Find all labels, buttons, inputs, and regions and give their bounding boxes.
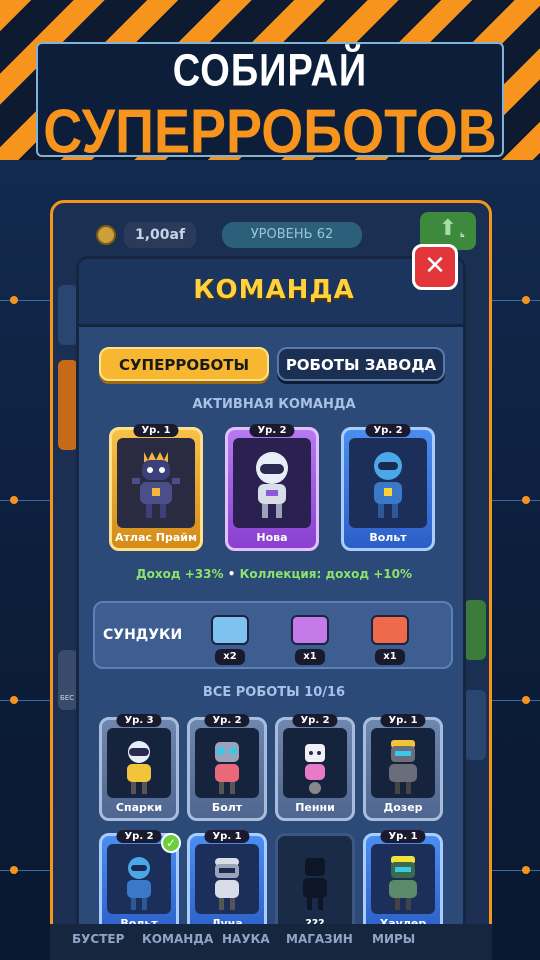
level-badge: Ур. 2 bbox=[365, 424, 411, 437]
robot-icon bbox=[207, 854, 247, 916]
robot-icon bbox=[207, 738, 247, 800]
active-team-label: АКТИВНАЯ КОМАНДА bbox=[192, 397, 356, 412]
level-badge: Ур. 2 bbox=[292, 714, 338, 727]
robot-name: Пенни bbox=[295, 801, 335, 814]
all-robots-label: ВСЕ РОБОТЫ 10/16 bbox=[202, 685, 346, 700]
check-icon: ✓ bbox=[161, 833, 181, 853]
bonus-line: Доход +33% • Коллекция: доход +10% bbox=[79, 567, 463, 581]
side-panel bbox=[464, 690, 486, 760]
robot-name: Болт bbox=[211, 801, 243, 814]
chest-purple[interactable]: x1 bbox=[287, 611, 333, 665]
close-button[interactable]: ✕ bbox=[412, 244, 458, 290]
level-badge: Ур. 1 bbox=[133, 424, 179, 437]
robot-card[interactable]: Ур. 1 Хаулер bbox=[363, 830, 443, 933]
team-modal: КОМАНДА СУПЕРРОБОТЫ РОБОТЫ ЗАВОДА АКТИВН… bbox=[76, 256, 466, 936]
side-dot bbox=[10, 496, 18, 504]
level-badge: Ур. 1 bbox=[380, 714, 426, 727]
chests-label: СУНДУКИ bbox=[103, 627, 183, 643]
robot-icon bbox=[130, 448, 182, 524]
robot-card[interactable]: Ур. 1 Луна bbox=[187, 830, 267, 933]
robot-icon bbox=[119, 738, 159, 800]
robot-icon bbox=[119, 854, 159, 916]
robot-name: Нова bbox=[256, 531, 288, 544]
side-line bbox=[0, 870, 50, 871]
robot-card-locked[interactable]: ??? bbox=[275, 833, 355, 933]
side-panel: БЕС bbox=[58, 650, 78, 710]
nav-shop[interactable]: МАГАЗИН bbox=[286, 932, 353, 946]
close-icon: ✕ bbox=[424, 251, 446, 281]
coin-icon bbox=[96, 225, 116, 245]
robot-card[interactable]: Ур. 1 Дозер bbox=[363, 714, 443, 821]
chest-icon bbox=[291, 615, 329, 645]
side-dot bbox=[10, 696, 18, 704]
locked-robot-silhouette-icon bbox=[295, 854, 335, 916]
chest-count: x2 bbox=[215, 649, 245, 665]
level-badge: Ур. 2 bbox=[116, 830, 162, 843]
money-display: 1,00af bbox=[124, 222, 196, 248]
promo-banner: СОБИРАЙ СУПЕРРОБОТОВ bbox=[36, 42, 504, 167]
tab-factory-robots[interactable]: РОБОТЫ ЗАВОДА bbox=[277, 347, 445, 381]
side-line bbox=[0, 700, 50, 701]
side-line bbox=[0, 500, 50, 501]
chest-icon bbox=[211, 615, 249, 645]
chest-red[interactable]: x1 bbox=[367, 611, 413, 665]
chest-count: x1 bbox=[375, 649, 405, 665]
robot-name: Спарки bbox=[115, 801, 163, 814]
side-dot bbox=[522, 496, 530, 504]
banner-line1: СОБИРАЙ bbox=[172, 45, 368, 97]
team-card[interactable]: Ур. 2 Вольт bbox=[341, 424, 435, 551]
side-line bbox=[492, 300, 540, 301]
robot-name: Атлас Прайм bbox=[115, 531, 197, 544]
upgrade-label-fragment: ь bbox=[460, 230, 465, 239]
chest-count: x1 bbox=[295, 649, 325, 665]
side-line bbox=[492, 500, 540, 501]
side-panel bbox=[58, 360, 78, 450]
nav-worlds[interactable]: МИРЫ bbox=[372, 932, 415, 946]
side-dot bbox=[522, 296, 530, 304]
side-panel bbox=[58, 285, 78, 345]
robot-name: Дозер bbox=[383, 801, 423, 814]
level-badge: Ур. 1 bbox=[380, 830, 426, 843]
robot-icon bbox=[383, 738, 423, 800]
side-dot bbox=[10, 866, 18, 874]
side-panel bbox=[464, 600, 486, 660]
robot-card[interactable]: Ур. 2 Болт bbox=[187, 714, 267, 821]
side-dot bbox=[522, 866, 530, 874]
chest-icon bbox=[371, 615, 409, 645]
level-display: УРОВЕНЬ 62 bbox=[222, 222, 362, 248]
nav-team[interactable]: КОМАНДА bbox=[142, 932, 213, 946]
side-line bbox=[492, 700, 540, 701]
chests-panel: СУНДУКИ x2 x1 x1 bbox=[93, 601, 453, 669]
bonus-separator: • bbox=[227, 567, 236, 581]
robot-icon bbox=[246, 448, 298, 524]
side-fragment-label: БЕС bbox=[60, 694, 75, 702]
tab-superrobots[interactable]: СУПЕРРОБОТЫ bbox=[99, 347, 269, 381]
bottom-nav: БУСТЕР КОМАНДА НАУКА МАГАЗИН МИРЫ bbox=[50, 924, 492, 960]
side-dot bbox=[522, 696, 530, 704]
team-card[interactable]: Ур. 1 Атлас Прайм bbox=[109, 424, 203, 551]
robot-name: Вольт bbox=[369, 531, 407, 544]
level-badge: Ур. 1 bbox=[204, 830, 250, 843]
banner-line2: СУПЕРРОБОТОВ bbox=[43, 97, 497, 167]
collection-bonus: Коллекция: доход +10% bbox=[239, 567, 413, 581]
robot-card[interactable]: Ур. 3 Спарки bbox=[99, 714, 179, 821]
robot-icon bbox=[362, 448, 414, 524]
robot-icon bbox=[295, 738, 335, 800]
chest-blue[interactable]: x2 bbox=[207, 611, 253, 665]
arrow-up-icon: ⬆ bbox=[438, 216, 458, 241]
side-line bbox=[492, 870, 540, 871]
income-bonus: Доход +33% bbox=[135, 567, 224, 581]
level-badge: Ур. 3 bbox=[116, 714, 162, 727]
nav-science[interactable]: НАУКА bbox=[222, 932, 270, 946]
modal-title: КОМАНДА bbox=[193, 275, 355, 305]
side-dot bbox=[10, 296, 18, 304]
level-badge: Ур. 2 bbox=[204, 714, 250, 727]
team-card[interactable]: Ур. 2 Нова bbox=[225, 424, 319, 551]
nav-booster[interactable]: БУСТЕР bbox=[72, 932, 124, 946]
level-badge: Ур. 2 bbox=[249, 424, 295, 437]
robot-icon bbox=[383, 854, 423, 916]
side-line bbox=[0, 300, 50, 301]
robot-card[interactable]: Ур. 2 Пенни bbox=[275, 714, 355, 821]
